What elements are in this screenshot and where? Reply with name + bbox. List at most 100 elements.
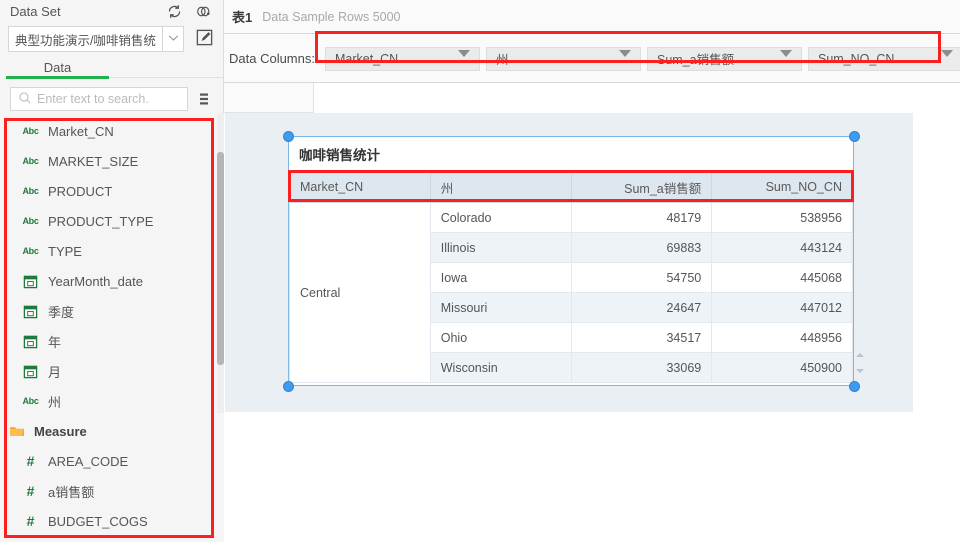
cell-state[interactable]: Missouri: [429, 292, 572, 323]
data-column-value: Sum_a销售额: [656, 53, 735, 67]
cell-sum_sales[interactable]: 48179: [570, 202, 713, 233]
search-icon: [18, 91, 32, 108]
abc-icon: Abc: [22, 156, 39, 166]
field-item[interactable]: 月: [0, 356, 224, 386]
crosstab-widget[interactable]: 咖啡销售统计 Market_CN 州 Sum_a销售额 Sum_NO_CN Centr…: [288, 136, 864, 386]
selection-handle-bottom-left[interactable]: [283, 381, 294, 392]
table-row[interactable]: Central Colorado 48179 538956: [289, 202, 853, 383]
data-sample-rows-label: Data Sample Rows 5000: [262, 9, 401, 24]
field-label: 年: [48, 334, 62, 350]
search-box[interactable]: Enter text to search.: [10, 87, 188, 111]
dataset-header-icons: [166, 3, 212, 20]
field-group-Measure[interactable]: Measure: [0, 416, 224, 446]
cell-sum_sales[interactable]: 33069: [570, 352, 713, 383]
field-label: Market_CN: [48, 123, 114, 139]
field-item[interactable]: Abc PRODUCT: [0, 176, 224, 206]
field-item[interactable]: 年: [0, 326, 224, 356]
field-item[interactable]: Abc 州: [0, 386, 224, 416]
field-item[interactable]: # AREA_CODE: [0, 446, 224, 476]
sheet-toolbar: 表1 Data Sample Rows 5000: [224, 0, 960, 34]
field-item[interactable]: # a销售额: [0, 476, 224, 506]
hash-icon: #: [26, 453, 35, 469]
data-column-dropdown-2[interactable]: 州: [485, 46, 641, 72]
edit-dataset-button[interactable]: [192, 26, 216, 52]
columnbar-left-strip: [224, 83, 314, 113]
panel-tabbar: Data: [0, 56, 224, 79]
cell-sum_no[interactable]: 447012: [711, 292, 853, 323]
columnbar-right-strip: [314, 83, 960, 113]
field-item[interactable]: Abc MARKET_SIZE: [0, 146, 224, 176]
cell-sum_no[interactable]: 450900: [711, 352, 853, 383]
chevron-down-icon: [618, 49, 631, 72]
dataset-select[interactable]: 典型功能演示/咖啡销售统: [8, 26, 163, 52]
data-columns-bar: Data Columns: Market_CN 州 Sum_a销售额 Sum_NO_C…: [224, 35, 960, 83]
field-label: a销售额: [48, 484, 95, 500]
chevron-down-icon: [457, 49, 470, 72]
dataset-header: Data Set: [0, 0, 224, 22]
field-label: 州: [48, 394, 62, 410]
field-item[interactable]: 季度: [0, 296, 224, 326]
cell-sum_sales[interactable]: 24647: [570, 292, 713, 323]
list-options-icon[interactable]: [196, 91, 212, 110]
field-item[interactable]: Abc TYPE: [0, 236, 224, 266]
cell-state[interactable]: Illinois: [429, 232, 572, 263]
dataset-dropdown-toggle[interactable]: [162, 26, 185, 52]
selection-handle-bottom-right[interactable]: [849, 381, 860, 392]
chevron-down-icon: [940, 49, 953, 72]
table-header-row: Market_CN 州 Sum_a销售额 Sum_NO_CN: [289, 171, 853, 203]
cell-state[interactable]: Colorado: [429, 202, 572, 233]
field-list-scrollbar-thumb[interactable]: [217, 152, 224, 365]
chevron-down-icon: [167, 31, 180, 47]
cell-sum_sales[interactable]: 54750: [570, 262, 713, 293]
left-panel: Data Set 典型功能演示/咖啡销售统 Data Enter text to…: [0, 0, 224, 542]
field-label: YearMonth_date: [48, 273, 143, 289]
cell-sum_sales[interactable]: 69883: [570, 232, 713, 263]
cell-sum_no[interactable]: 538956: [711, 202, 853, 233]
folder-icon: [8, 423, 25, 439]
sheet-tab-1[interactable]: 表1: [232, 7, 252, 26]
refresh-icon[interactable]: [166, 3, 183, 20]
link-icon[interactable]: [195, 3, 212, 20]
hash-icon: #: [26, 483, 35, 499]
data-column-value: Sum_NO_CN: [817, 51, 895, 66]
column-header[interactable]: Sum_NO_CN: [711, 171, 853, 203]
field-item[interactable]: Abc PRODUCT_TYPE: [0, 206, 224, 236]
selection-handle-top-right[interactable]: [849, 131, 860, 142]
search-input[interactable]: Enter text to search.: [37, 92, 149, 106]
field-item[interactable]: YearMonth_date: [0, 266, 224, 296]
calendar-icon: [22, 334, 39, 349]
field-item[interactable]: # BUDGET_COGS: [0, 506, 224, 536]
tab-active-underline: [6, 76, 109, 79]
field-item[interactable]: Abc Market_CN: [0, 116, 224, 146]
column-header[interactable]: 州: [429, 171, 572, 203]
cell-state[interactable]: Ohio: [429, 322, 572, 353]
chevron-up-icon: [856, 353, 864, 357]
cell-sum_no[interactable]: 448956: [711, 322, 853, 353]
cell-state[interactable]: Wisconsin: [429, 352, 572, 383]
group-cell[interactable]: Central: [289, 202, 431, 383]
crosstab-table: Market_CN 州 Sum_a销售额 Sum_NO_CN Central Color…: [289, 171, 853, 383]
cell-sum_no[interactable]: 445068: [711, 262, 853, 293]
column-header[interactable]: Sum_a销售额: [570, 171, 713, 203]
field-list[interactable]: Abc Market_CN Abc MARKET_SIZE Abc PRODUCT Abc P…: [0, 116, 224, 542]
tab-data[interactable]: Data: [6, 56, 109, 78]
data-column-dropdown-4[interactable]: Sum_NO_CN: [807, 46, 960, 72]
calendar-icon: [22, 304, 39, 319]
edit-icon: [195, 28, 214, 50]
abc-icon: Abc: [22, 126, 39, 136]
column-header[interactable]: Market_CN: [289, 171, 431, 203]
data-columns-label: Data Columns:: [229, 51, 315, 66]
cell-sum_no[interactable]: 443124: [711, 232, 853, 263]
field-label: 月: [48, 364, 62, 380]
widget-row-stepper[interactable]: [855, 353, 865, 373]
abc-icon: Abc: [22, 216, 39, 226]
data-column-dropdown-1[interactable]: Market_CN: [324, 46, 480, 72]
cell-sum_sales[interactable]: 34517: [570, 322, 713, 353]
field-label: TYPE: [48, 243, 82, 259]
selection-handle-top-left[interactable]: [283, 131, 294, 142]
cell-state[interactable]: Iowa: [429, 262, 572, 293]
dataset-selector-row: 典型功能演示/咖啡销售统: [8, 26, 216, 52]
search-row: Enter text to search.: [10, 87, 216, 111]
field-label: AREA_CODE: [48, 453, 129, 469]
data-column-dropdown-3[interactable]: Sum_a销售额: [646, 46, 802, 72]
